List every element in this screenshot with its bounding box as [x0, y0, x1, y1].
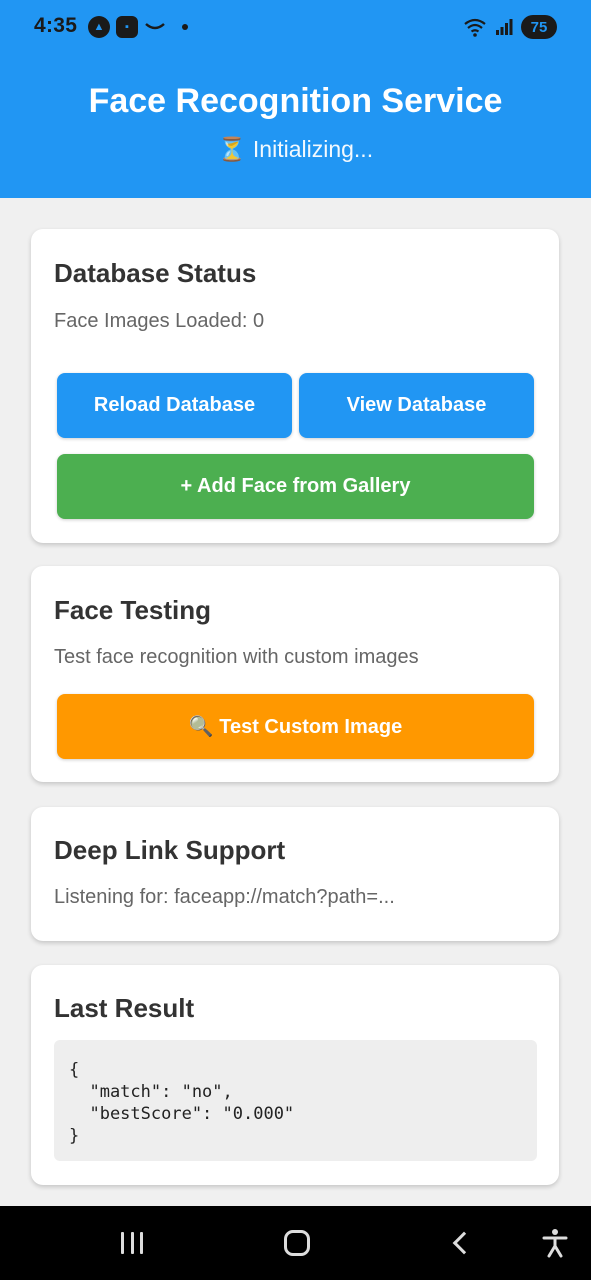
wifi-icon — [464, 18, 486, 37]
battery-indicator: 75 — [521, 15, 557, 39]
reload-database-button[interactable]: Reload Database — [57, 373, 292, 438]
back-icon[interactable] — [452, 1231, 476, 1255]
page-title: Face Recognition Service — [88, 82, 503, 120]
deep-link-card: Deep Link Support Listening for: faceapp… — [31, 807, 559, 941]
system-icons: 75 — [463, 15, 557, 39]
testing-description: Test face recognition with custom images — [54, 646, 419, 668]
add-face-button[interactable]: + Add Face from Gallery — [57, 454, 534, 519]
dot-icon — [182, 24, 188, 30]
navigation-bar — [0, 1206, 591, 1280]
app-icon-a: ▲ — [88, 16, 110, 38]
last-result-card: Last Result { "match": "no", "bestScore"… — [31, 965, 559, 1185]
accessibility-icon[interactable] — [541, 1228, 569, 1258]
database-status-card: Database Status Face Images Loaded: 0 Re… — [31, 229, 559, 543]
home-icon[interactable] — [284, 1230, 310, 1256]
notification-icons: ▲ ▪ — [88, 16, 188, 38]
status-bar: 4:35 ▲ ▪ 75 — [0, 0, 591, 56]
face-count-text: Face Images Loaded: 0 — [54, 310, 265, 332]
result-json-box: { "match": "no", "bestScore": "0.000" } — [54, 1040, 537, 1161]
card-title: Deep Link Support — [54, 835, 286, 865]
card-title: Last Result — [54, 993, 195, 1023]
app-icon-blue: ▪ — [116, 16, 138, 38]
signal-icon — [496, 19, 513, 35]
card-title: Database Status — [54, 258, 257, 288]
card-title: Face Testing — [54, 595, 212, 625]
view-database-button[interactable]: View Database — [299, 373, 534, 438]
test-custom-image-button[interactable]: 🔍 Test Custom Image — [57, 694, 534, 759]
face-testing-card: Face Testing Test face recognition with … — [31, 566, 559, 782]
recent-apps-icon[interactable] — [121, 1232, 143, 1254]
app-header: 4:35 ▲ ▪ 75 Face Recognition Service ⏳ I… — [0, 0, 591, 198]
service-status: ⏳ Initializing... — [217, 136, 374, 162]
result-json-text: { "match": "no", "bestScore": "0.000" } — [69, 1060, 295, 1146]
status-time: 4:35 — [34, 14, 78, 37]
amazon-icon — [145, 23, 165, 30]
deep-link-text: Listening for: faceapp://match?path=... — [54, 886, 395, 908]
